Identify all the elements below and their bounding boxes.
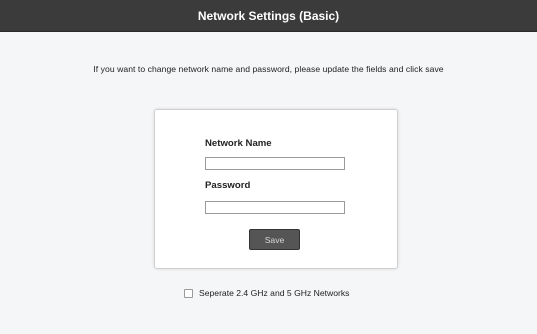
- network-name-label: Network Name: [205, 138, 272, 149]
- separate-networks-label: Seperate 2.4 GHz and 5 GHz Networks: [199, 288, 350, 298]
- network-settings-card: Network Name Password Save: [154, 109, 398, 269]
- page-header: Network Settings (Basic): [0, 0, 537, 32]
- instructions-text: If you want to change network name and p…: [93, 64, 444, 74]
- page-title: Network Settings (Basic): [197, 8, 340, 23]
- password-label: Password: [205, 180, 251, 191]
- password-input[interactable]: [205, 201, 345, 214]
- separate-networks-row[interactable]: Seperate 2.4 GHz and 5 GHz Networks: [184, 288, 349, 298]
- separate-networks-checkbox[interactable]: [184, 288, 193, 298]
- save-button[interactable]: Save: [249, 229, 300, 250]
- network-name-input[interactable]: [205, 157, 345, 170]
